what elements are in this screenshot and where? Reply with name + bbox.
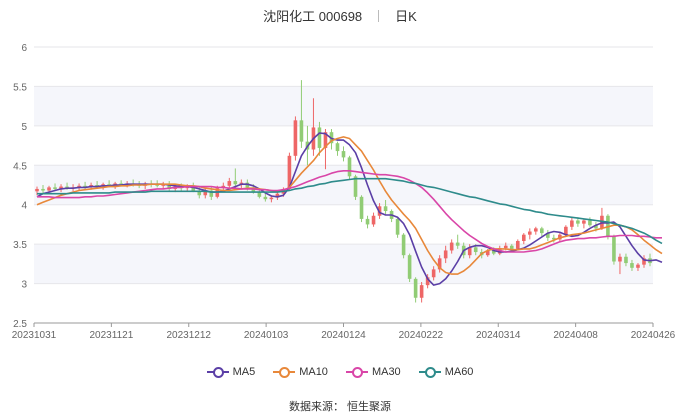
candle-body — [41, 188, 45, 191]
candle-body — [413, 278, 418, 298]
candle-body — [618, 256, 622, 262]
candle-body — [636, 264, 640, 268]
candle-body — [269, 197, 274, 200]
candle-body — [317, 127, 322, 148]
candle-body — [540, 228, 544, 234]
x-tick-label: 20231121 — [90, 330, 134, 341]
candle-body — [359, 196, 364, 219]
legend-symbol — [273, 366, 296, 378]
legend-label: MA60 — [444, 366, 474, 378]
legend-label: MA30 — [371, 366, 401, 378]
candle-body — [395, 218, 400, 235]
candle-body — [299, 120, 304, 142]
legend-symbol — [345, 366, 368, 378]
candle-body — [630, 263, 634, 268]
legend-item-ma60[interactable]: MA60 — [418, 366, 474, 378]
candle-body — [455, 242, 460, 246]
candle-body — [527, 231, 532, 235]
candle-body — [47, 187, 51, 191]
y-tick-label: 2.5 — [13, 319, 27, 330]
candle-body — [407, 255, 412, 279]
y-tick-label: 5 — [21, 122, 27, 133]
y-tick-label: 3.5 — [13, 240, 27, 251]
x-tick-label: 20240222 — [399, 330, 444, 341]
candle-body — [503, 245, 508, 249]
data-source: 数据来源： 恒生聚源 — [288, 401, 392, 413]
candle-body — [227, 181, 232, 186]
candle-body — [431, 269, 436, 278]
candle-body — [35, 188, 39, 192]
candle-body — [371, 215, 376, 225]
y-tick-label: 3 — [21, 280, 27, 291]
candle-body — [570, 220, 574, 227]
legend-item-ma30[interactable]: MA30 — [345, 366, 401, 378]
candle-body — [53, 187, 57, 189]
x-tick-label: 20231031 — [12, 330, 57, 341]
legend-symbol — [418, 366, 441, 378]
candle-body — [449, 242, 454, 251]
y-tick-label: 6 — [21, 43, 27, 54]
legend: MA5 MA10 MA30 MA60 — [0, 366, 680, 378]
candle-body — [509, 245, 514, 249]
candle-body — [534, 228, 538, 232]
legend-label: MA5 — [232, 366, 256, 378]
candle-body — [341, 151, 346, 158]
y-tick-label: 5.5 — [13, 82, 27, 93]
candle-body — [293, 120, 298, 156]
candle-body — [473, 247, 478, 253]
kline-chart: 2.5 3 3.5 4 4.5 5 5.5 6 20231031 20231121 20231212… — [12, 43, 676, 341]
candle-body — [612, 236, 616, 262]
candle-body — [515, 240, 520, 249]
legend-label: MA10 — [299, 366, 328, 378]
x-tick-label: 20240103 — [244, 330, 289, 341]
legend-symbol — [206, 366, 229, 378]
candle-body — [576, 220, 580, 224]
grid-band — [34, 86, 653, 126]
candle-body — [335, 143, 340, 152]
y-tick-label: 4 — [21, 201, 27, 212]
candle-body — [521, 234, 526, 241]
legend-item-ma10[interactable]: MA10 — [273, 366, 328, 378]
candle-body — [383, 206, 388, 212]
x-tick-label: 20240426 — [631, 330, 676, 341]
x-tick-label: 20240124 — [321, 330, 366, 341]
candle-body — [624, 256, 628, 264]
candle-body — [419, 285, 424, 298]
candle-body — [263, 196, 268, 200]
candle-body — [582, 220, 586, 224]
candle-body — [233, 181, 238, 185]
candle-body — [401, 234, 406, 256]
legend-item-ma5[interactable]: MA5 — [206, 366, 256, 378]
y-tick-label: 4.5 — [13, 161, 27, 172]
grid-band — [34, 244, 653, 284]
x-tick-label: 20231212 — [167, 330, 212, 341]
candle-body — [588, 220, 592, 226]
candle-body — [365, 218, 370, 225]
x-tick-label: 20240408 — [553, 330, 598, 341]
candle-body — [347, 157, 352, 177]
candle-body — [443, 250, 448, 259]
x-tick-label: 20240314 — [476, 330, 521, 341]
